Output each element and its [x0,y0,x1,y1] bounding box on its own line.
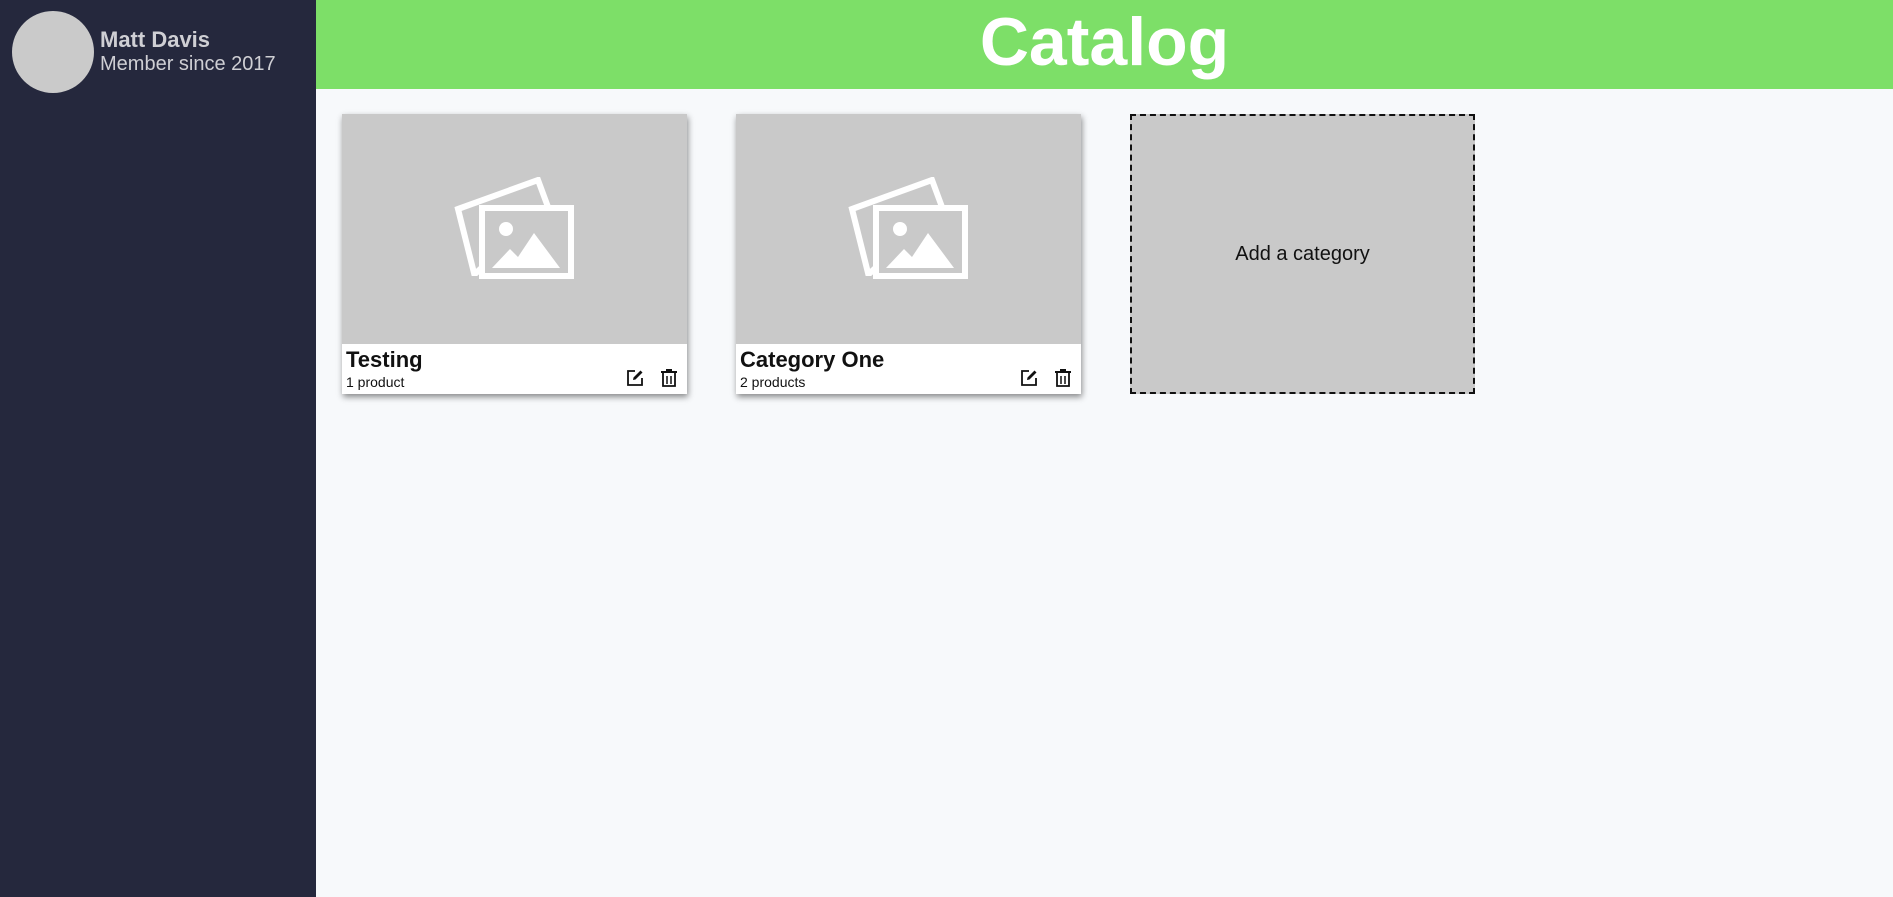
category-title: Testing [346,347,423,372]
category-product-count: 1 product [346,374,405,390]
category-image [736,114,1081,344]
category-card[interactable]: Testing 1 product [342,114,687,394]
header: Catalog [316,0,1893,89]
edit-icon[interactable] [625,368,645,388]
category-product-count: 2 products [740,374,806,390]
user-name: Matt Davis [100,27,211,52]
add-category-label: Add a category [1235,242,1370,265]
avatar[interactable] [12,11,94,93]
image-placeholder-icon [847,177,968,279]
trash-icon[interactable] [1053,368,1073,388]
category-actions [625,368,679,388]
category-title: Category One [740,347,885,372]
category-actions [1019,368,1073,388]
sidebar: Matt Davis Member since 2017 [0,0,316,897]
add-category-button[interactable]: Add a category [1130,114,1475,394]
category-image [342,114,687,344]
image-placeholder-icon [453,177,574,279]
page-title: Catalog [979,3,1230,80]
category-card[interactable]: Category One 2 products [736,114,1081,394]
member-since: Member since 2017 [100,53,276,75]
edit-icon[interactable] [1019,368,1039,388]
trash-icon[interactable] [659,368,679,388]
